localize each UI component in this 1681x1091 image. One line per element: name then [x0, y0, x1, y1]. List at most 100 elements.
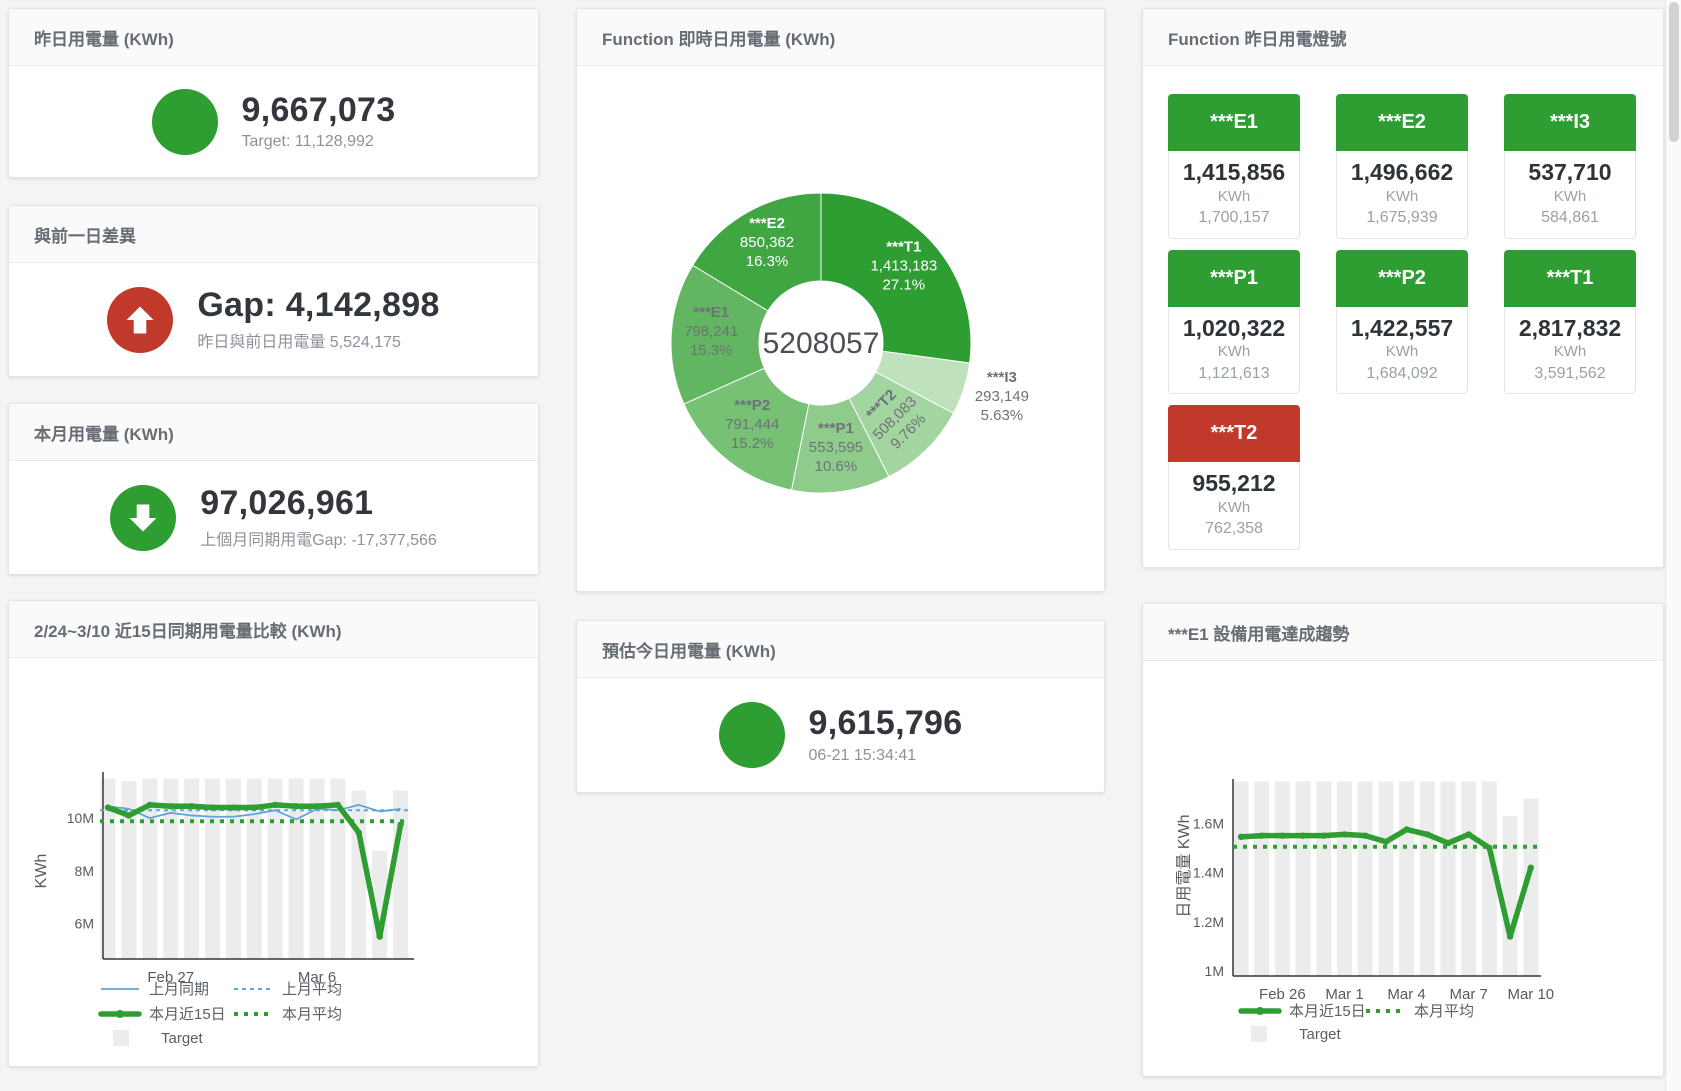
series-point	[1445, 840, 1451, 846]
legend-line-dot	[1256, 1007, 1264, 1015]
target-bar	[1254, 781, 1269, 976]
stat-value: 9,667,073	[242, 92, 396, 129]
target-bar	[1461, 781, 1476, 976]
compare-15day-chart: 6M8M10MFeb 27Mar 6KWh上月同期上月平均本月近15日本月平均T…	[9, 658, 538, 1066]
series-point	[1424, 831, 1430, 837]
legend-label: 上月平均	[282, 981, 342, 998]
e1-trend-chart: 1M1.2M1.4M1.6MFeb 26Mar 1Mar 4Mar 7Mar 1…	[1143, 661, 1663, 1076]
target-bar	[1234, 781, 1249, 976]
series-point	[105, 804, 111, 810]
legend-item[interactable]: 本月平均	[1366, 1003, 1474, 1020]
tile-header: ***P1	[1168, 250, 1300, 307]
series-point	[1259, 832, 1265, 838]
panel-header: Function 昨日用電燈號	[1143, 9, 1663, 66]
tile-header: ***I3	[1504, 94, 1636, 151]
target-bar	[1316, 781, 1331, 976]
legend-item[interactable]: Target	[1251, 1026, 1342, 1043]
legend-item[interactable]: 本月平均	[234, 1006, 342, 1023]
legend-item[interactable]: 上月平均	[234, 981, 342, 998]
scrollbar-thumb[interactable]	[1669, 2, 1679, 142]
panel-status-lights: Function 昨日用電燈號 ***E11,415,856KWh1,700,1…	[1142, 8, 1664, 568]
series-point	[147, 802, 153, 808]
tile-subvalue: 1,121,613	[1169, 363, 1299, 385]
tile-value: 1,422,557	[1337, 314, 1467, 343]
status-tile-grid: ***E11,415,856KWh1,700,157 ***E21,496,662…	[1143, 66, 1663, 550]
legend-label: Target	[1299, 1026, 1342, 1043]
panel-title[interactable]: 2/24~3/10 近15日同期用電量比較 (KWh)	[34, 617, 342, 642]
panel-compare-15day: 2/24~3/10 近15日同期用電量比較 (KWh) 6M8M10MFeb 2…	[8, 600, 539, 1067]
panel-title[interactable]: Function 即時日用電量 (KWh)	[602, 25, 835, 50]
target-bar	[1378, 781, 1393, 976]
panel-title[interactable]: 昨日用電量 (KWh)	[34, 25, 174, 50]
target-bar	[1441, 781, 1456, 976]
x-tick-label: Mar 10	[1507, 986, 1554, 1003]
tile-header: ***P2	[1336, 250, 1468, 307]
legend-item[interactable]: 上月同期	[101, 981, 209, 998]
series-point	[251, 804, 257, 810]
series-point	[230, 804, 236, 810]
tile-unit: KWh	[1169, 187, 1299, 207]
legend-label: 本月平均	[282, 1006, 342, 1023]
stat-text: Gap: 4,142,898 昨日與前日用電量 5,524,175	[197, 287, 439, 352]
tile-body: 1,415,856KWh1,700,157	[1168, 151, 1300, 239]
dashboard: 昨日用電量 (KWh) 9,667,073 Target: 11,128,992…	[0, 0, 1681, 1091]
series-point	[1300, 832, 1306, 838]
stat-value: 97,026,961	[200, 485, 437, 522]
tile-subvalue: 762,358	[1169, 518, 1299, 540]
legend-item[interactable]: 本月近15日	[101, 1006, 226, 1023]
panel-title[interactable]: ***E1 設備用電達成趨勢	[1168, 620, 1349, 645]
series-point	[1486, 845, 1492, 851]
tile-unit: KWh	[1169, 342, 1299, 362]
tile-header: ***E2	[1336, 94, 1468, 151]
panel-body: 6M8M10MFeb 27Mar 6KWh上月同期上月平均本月近15日本月平均T…	[9, 658, 538, 1066]
stat-row: 9,667,073 Target: 11,128,992	[9, 66, 538, 177]
series-point	[1341, 831, 1347, 837]
panel-header: 本月用電量 (KWh)	[9, 404, 538, 461]
target-bar	[1420, 781, 1435, 976]
series-point	[1507, 933, 1513, 939]
y-tick-label: 8M	[75, 863, 94, 879]
stat-row: 9,615,796 06-21 15:34:41	[577, 678, 1104, 792]
legend-item[interactable]: Target	[113, 1030, 204, 1047]
stat-subtext: Target: 11,128,992	[242, 133, 396, 151]
status-circle-green	[719, 702, 785, 768]
legend-item[interactable]: 本月近15日	[1241, 1003, 1366, 1020]
x-tick-label: Mar 7	[1450, 986, 1488, 1003]
panel-body: 97,026,961 上個月同期用電Gap: -17,377,566	[9, 461, 538, 574]
target-bar	[1399, 781, 1414, 976]
tile-value: 537,710	[1505, 158, 1635, 187]
legend-label: 本月平均	[1414, 1003, 1474, 1020]
tile-body: 2,817,832KWh3,591,562	[1504, 307, 1636, 395]
series-point	[356, 829, 362, 835]
panel-month-usage: 本月用電量 (KWh) 97,026,961 上個月同期用電Gap: -17,3…	[8, 403, 539, 575]
stat-text: 9,615,796 06-21 15:34:41	[809, 705, 963, 764]
series-point	[1238, 834, 1244, 840]
series-point	[335, 802, 341, 808]
series-point	[168, 803, 174, 809]
panel-body: 1M1.2M1.4M1.6MFeb 26Mar 1Mar 4Mar 7Mar 1…	[1143, 661, 1663, 1076]
panel-title[interactable]: 與前一日差異	[34, 222, 136, 247]
panel-title[interactable]: Function 昨日用電燈號	[1168, 25, 1346, 50]
y-tick-label: 6M	[75, 915, 94, 931]
panel-title[interactable]: 本月用電量 (KWh)	[34, 420, 174, 445]
y-tick-label: 1M	[1205, 963, 1224, 979]
status-tile-t1: ***T12,817,832KWh3,591,562	[1504, 250, 1636, 395]
y-tick-label: 1.6M	[1193, 815, 1224, 831]
tile-header: ***T1	[1504, 250, 1636, 307]
series-point	[1466, 831, 1472, 837]
status-tile-e2: ***E21,496,662KWh1,675,939	[1336, 94, 1468, 239]
scrollbar-track[interactable]	[1665, 0, 1681, 1091]
tile-header: ***E1	[1168, 94, 1300, 151]
panel-title[interactable]: 預估今日用電量 (KWh)	[602, 637, 776, 662]
legend-label: 本月近15日	[149, 1006, 226, 1023]
arrow-up-icon	[107, 287, 173, 353]
tile-subvalue: 1,675,939	[1337, 207, 1467, 229]
panel-realtime-pie: Function 即時日用電量 (KWh) ***T11,413,18327.1…	[576, 8, 1105, 592]
stat-text: 97,026,961 上個月同期用電Gap: -17,377,566	[200, 485, 437, 550]
series-point	[1383, 839, 1389, 845]
stat-subtext: 上個月同期用電Gap: -17,377,566	[200, 526, 437, 550]
status-circle-green	[152, 89, 218, 155]
panel-e1-trend: ***E1 設備用電達成趨勢 1M1.2M1.4M1.6MFeb 26Mar 1…	[1142, 603, 1664, 1077]
stat-row: 97,026,961 上個月同期用電Gap: -17,377,566	[9, 461, 538, 574]
panel-estimate-today: 預估今日用電量 (KWh) 9,615,796 06-21 15:34:41	[576, 620, 1105, 793]
